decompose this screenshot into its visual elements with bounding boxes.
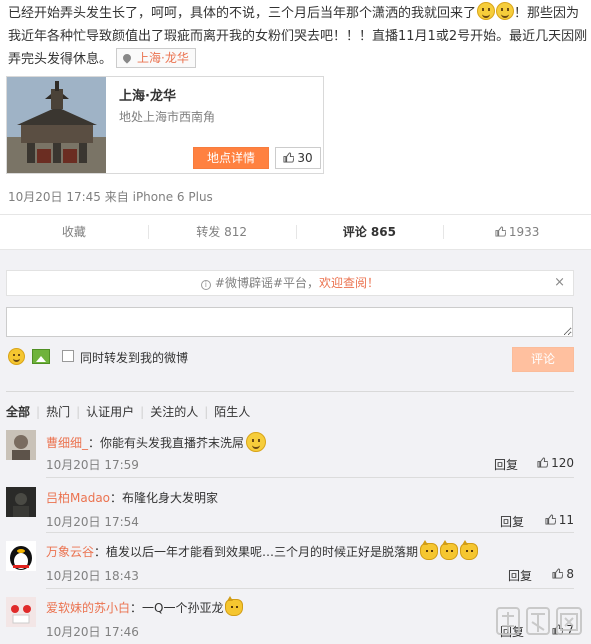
avatar[interactable] [6,597,36,627]
location-chip[interactable]: 上海·龙华 [116,48,196,68]
thumbs-up-icon [283,152,295,163]
place-detail-button[interactable]: 地点详情 [193,147,269,169]
comment-item: 万象云谷：植发以后一年才能看到效果呢…三个月的时候正好是脱落期 10月20日 1… [6,536,574,596]
filter-strangers[interactable]: 陌生人 [214,403,250,420]
post-date[interactable]: 10月20日 17:45 [8,190,101,204]
reply-button[interactable]: 回复 [508,567,532,584]
composer-toolbar: 同时转发到我的微博 评论 [6,347,574,372]
divider [6,391,574,392]
comment-input[interactable] [6,307,573,337]
notice-text: #微博辟谣#平台， [214,276,320,290]
smile-emoji-icon [477,2,496,20]
comment-like-count: 8 [566,567,574,581]
filter-verified[interactable]: 认证用户 [86,403,134,420]
comment-separator [46,588,574,589]
cat-emoji-icon [225,596,244,616]
filter-separator: | [204,405,209,419]
place-subtitle: 地处上海市西南角 [119,110,216,124]
rumor-notice: i #微博辟谣#平台，欢迎查阅！ × [6,270,574,296]
favorite-button[interactable]: 收藏 [0,215,148,249]
comment-like-button[interactable]: 8 [552,567,574,581]
place-thumbnail [7,77,106,173]
cat-emoji-icon [420,540,439,560]
comment-like-count: 120 [551,456,574,470]
post-meta: 10月20日 17:45 来自 iPhone 6 Plus [8,188,213,205]
comment-time: 10月20日 18:43 [46,569,139,583]
avatar[interactable] [6,430,36,460]
post-text-part1: 已经开始弄头发生长了，呵呵，具体的不说，三个月后当年那个潇洒的我就回来了 [8,6,477,21]
action-bar: 收藏 转发 812 评论 865 1933 [0,214,591,256]
image-icon[interactable] [32,349,50,364]
comment-separator [46,532,574,533]
reply-button[interactable]: 回复 [494,456,518,473]
site-watermark-logo [496,607,582,635]
comment-text: ：你能有头发我直播芥末洗屌 [88,436,245,450]
source-prefix: 来自 [104,190,129,204]
comment-time: 10月20日 17:59 [46,458,139,472]
comment-separator [46,477,574,478]
comment-time: 10月20日 17:54 [46,515,139,529]
avatar[interactable] [6,541,36,571]
place-card[interactable]: 上海·龙华 地处上海市西南角 地点详情 30 [6,76,324,174]
avatar[interactable] [6,487,36,517]
thumbs-up-icon [552,568,564,579]
comment-user[interactable]: 万象云谷 [46,545,94,559]
repost-checkbox[interactable] [62,350,74,362]
notice-link[interactable]: 欢迎查阅！ [319,276,379,290]
comment-text: ：一Q一个孙亚龙 [130,601,224,615]
cat-emoji-icon [460,540,479,560]
comment-user[interactable]: 曹细细_ [46,436,88,450]
comment-tab[interactable]: 评论 865 [295,215,444,256]
filter-separator: | [36,405,41,419]
comment-line: 曹细细_：你能有头发我直播芥末洗屌 [46,432,267,452]
place-like-count: 30 [297,151,313,165]
thumbs-up-icon [537,457,549,468]
submit-comment-button[interactable]: 评论 [512,347,574,372]
comment-item: 吕柏Madao：布隆化身大发明家 10月20日 17:54 回复 11 [6,482,574,542]
place-like-button[interactable]: 30 [275,147,321,169]
comment-line: 万象云谷：植发以后一年才能看到效果呢…三个月的时候正好是脱落期 [46,540,479,560]
comment-time: 10月20日 17:46 [46,625,139,639]
info-icon: i [200,280,211,290]
comment-user[interactable]: 吕柏Madao [46,491,110,505]
filter-all[interactable]: 全部 [6,403,30,420]
comment-like-count: 11 [558,513,574,527]
emoji-icon[interactable] [8,348,25,365]
cat-emoji-icon [440,540,459,560]
comment-line: 爱软妹的苏小白：一Q一个孙亚龙 [46,596,244,616]
smile-emoji-icon [246,432,267,452]
thumbs-up-icon [545,514,556,525]
place-title[interactable]: 上海·龙华 [119,85,176,104]
post-device[interactable]: iPhone 6 Plus [133,190,213,204]
comment-item: 曹细细_：你能有头发我直播芥末洗屌 10月20日 17:59 回复 120 [6,425,574,485]
filter-separator: | [140,405,145,419]
thumbs-up-icon [495,226,506,237]
location-pin-icon [121,52,133,64]
comment-like-button[interactable]: 120 [537,456,574,470]
comment-like-button[interactable]: 11 [545,513,574,527]
comment-text: ：植发以后一年才能看到效果呢…三个月的时候正好是脱落期 [94,545,419,559]
comment-user[interactable]: 爱软妹的苏小白 [46,601,130,615]
filter-separator: | [76,405,81,419]
reply-button[interactable]: 回复 [500,513,524,530]
post-text: 已经开始弄头发生长了，呵呵，具体的不说，三个月后当年那个潇洒的我就回来了 ！那些因… [8,2,588,71]
comment-filters: 全部 | 热门 | 认证用户 | 关注的人 | 陌生人 [6,403,250,419]
filter-following[interactable]: 关注的人 [150,403,198,420]
location-chip-label: 上海·龙华 [137,51,189,65]
comment-item: 爱软妹的苏小白：一Q一个孙亚龙 10月20日 17:46 回复 7 [6,592,574,644]
filter-hot[interactable]: 热门 [46,403,70,420]
close-icon[interactable]: × [554,271,565,295]
like-button[interactable]: 1933 [443,215,591,249]
comment-line: 吕柏Madao：布隆化身大发明家 [46,489,218,506]
repost-checkbox-label[interactable]: 同时转发到我的微博 [80,349,188,366]
like-count: 1933 [508,225,540,239]
repost-button[interactable]: 转发 812 [147,215,296,249]
smile-emoji-icon [496,2,515,20]
comment-text: ：布隆化身大发明家 [110,491,219,505]
